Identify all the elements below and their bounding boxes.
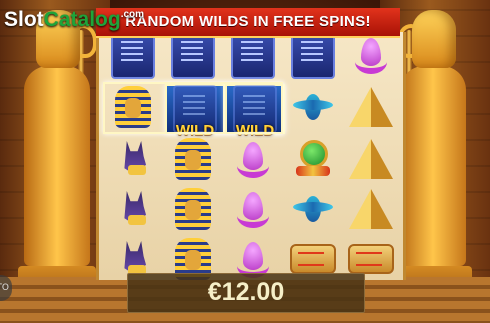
reel-cell-tablet [225,31,281,79]
reel-cell-tablet [285,31,341,79]
reel-cell-tablet [105,31,161,79]
pyramid-symbol-icon [349,87,393,127]
scarab-symbol-icon [293,92,333,122]
reel-cell-pharaoh [165,186,221,232]
reel-cell-pharaoh [165,136,221,182]
reel-cell-lotus [343,32,399,78]
reel-cell-tablet [165,31,221,79]
reel-cell-pyramid [343,186,399,232]
win-amount-panel: €12.00 [127,273,365,313]
reel-cell-anubis [105,186,161,232]
lotus-symbol-icon [235,242,271,278]
reel-cell-lotus [225,136,281,182]
anubis-symbol-icon [116,139,150,179]
win-line-highlight [103,82,283,134]
reel-cell-anubis [105,136,161,182]
tablet-symbol-icon [231,31,275,79]
tablet-symbol-icon [171,31,215,79]
pyramid-symbol-icon [349,139,393,179]
reel-cell-pyramid [343,84,399,130]
cartouche-symbol-icon [290,244,336,274]
pharaoh-symbol-icon [175,188,211,230]
pyramid-symbol-icon [349,189,393,229]
left-pharaoh-statue [14,10,100,310]
anubis-symbol-icon [116,189,150,229]
watermark-logo: SlotCatalog.com [4,8,144,32]
tablet-symbol-icon [111,31,155,79]
game-stage: WILD WILD RANDOM WILDS IN FREE SPINS! Slo… [0,0,490,323]
reel-cell-scarab [285,186,341,232]
lotus-symbol-icon [235,142,271,178]
reel-cell-pyramid [343,136,399,182]
reel-cell-scarab [285,84,341,130]
cartouche-symbol-icon [348,244,394,274]
scarab-symbol-icon [293,194,333,224]
reel-cell-amulet [285,136,341,182]
logo-catalog-text: Catalog [43,8,121,31]
lotus-symbol-icon [353,38,389,74]
amulet-symbol-icon [296,140,330,178]
reel-cell-lotus [225,186,281,232]
lotus-symbol-icon [235,192,271,228]
tablet-symbol-icon [291,31,335,79]
pharaoh-symbol-icon [175,138,211,180]
reel-grid: WILD WILD [96,31,406,280]
logo-slot-text: Slot [4,8,44,31]
win-amount: €12.00 [207,278,285,306]
logo-dotcom-text: .com [120,9,145,20]
